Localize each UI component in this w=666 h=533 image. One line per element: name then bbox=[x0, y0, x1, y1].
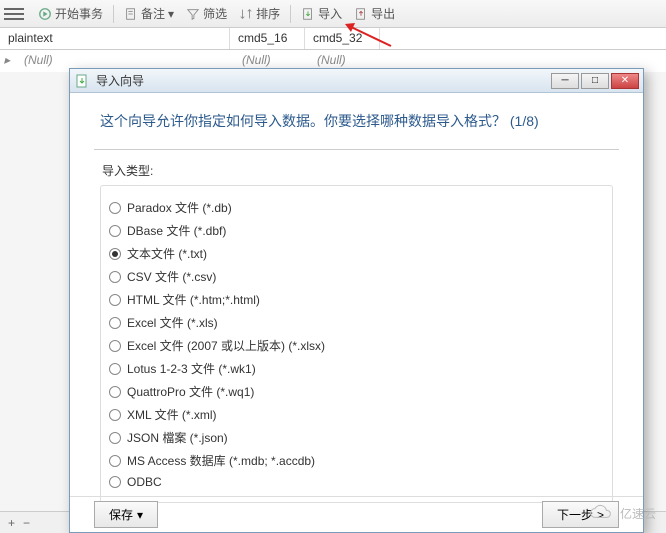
dialog-body: 导入类型: Paradox 文件 (*.db) DBase 文件 (*.dbf) 文… bbox=[70, 158, 643, 503]
column-headers: plaintext cmd5_16 cmd5_32 bbox=[0, 28, 666, 50]
watermark-text: 亿速云 bbox=[620, 505, 656, 522]
radio-label: QuattroPro 文件 (*.wq1) bbox=[127, 383, 254, 400]
maximize-button[interactable]: □ bbox=[581, 73, 609, 89]
row-indicator-icon: ▸ bbox=[4, 50, 16, 72]
separator bbox=[94, 149, 619, 150]
export-label: 导出 bbox=[371, 5, 395, 22]
radio-label: HTML 文件 (*.htm;*.html) bbox=[127, 291, 260, 308]
radio-label: XML 文件 (*.xml) bbox=[127, 406, 217, 423]
dialog-footer: 保存 ▾ 下一步 > bbox=[70, 496, 643, 532]
hamburger-icon[interactable] bbox=[4, 4, 24, 24]
import-type-fieldset: Paradox 文件 (*.db) DBase 文件 (*.dbf) 文本文件 (*… bbox=[100, 185, 613, 503]
radio-icon bbox=[109, 248, 121, 260]
dialog-header-text: 这个向导允许你指定如何导入数据。你要选择哪种数据导入格式？ (1/8) bbox=[100, 111, 613, 131]
radio-option[interactable]: HTML 文件 (*.htm;*.html) bbox=[109, 288, 604, 311]
import-icon bbox=[301, 7, 315, 21]
radio-icon bbox=[109, 455, 121, 467]
filter-label: 筛选 bbox=[203, 5, 227, 22]
radio-option[interactable]: ODBC bbox=[109, 472, 604, 492]
radio-option[interactable]: XML 文件 (*.xml) bbox=[109, 403, 604, 426]
main-toolbar: 开始事务 备注 ▾ 筛选 排序 导入 导出 bbox=[0, 0, 666, 28]
wizard-icon bbox=[74, 73, 90, 89]
radio-option[interactable]: Lotus 1-2-3 文件 (*.wk1) bbox=[109, 357, 604, 380]
radio-label: Excel 文件 (2007 或以上版本) (*.xlsx) bbox=[127, 337, 325, 354]
import-button[interactable]: 导入 bbox=[295, 3, 348, 24]
radio-label: Excel 文件 (*.xls) bbox=[127, 314, 218, 331]
play-icon bbox=[38, 7, 52, 21]
note-icon bbox=[124, 7, 138, 21]
radio-option[interactable]: CSV 文件 (*.csv) bbox=[109, 265, 604, 288]
radio-icon bbox=[109, 202, 121, 214]
start-transaction-button[interactable]: 开始事务 bbox=[32, 3, 109, 24]
dialog-title: 导入向导 bbox=[96, 72, 551, 89]
separator bbox=[290, 5, 291, 23]
radio-icon bbox=[109, 432, 121, 444]
radio-icon bbox=[109, 386, 121, 398]
watermark: 亿速云 bbox=[588, 503, 656, 523]
radio-option[interactable]: 文本文件 (*.txt) bbox=[109, 242, 604, 265]
radio-option[interactable]: Paradox 文件 (*.db) bbox=[109, 196, 604, 219]
close-button[interactable]: ✕ bbox=[611, 73, 639, 89]
radio-icon bbox=[109, 409, 121, 421]
radio-icon bbox=[109, 340, 121, 352]
filter-button[interactable]: 筛选 bbox=[180, 3, 233, 24]
save-label: 保存 bbox=[109, 506, 133, 523]
radio-icon bbox=[109, 363, 121, 375]
sort-icon bbox=[239, 7, 253, 21]
radio-option[interactable]: JSON 檔案 (*.json) bbox=[109, 426, 604, 449]
radio-icon bbox=[109, 317, 121, 329]
dialog-titlebar[interactable]: 导入向导 ─ □ ✕ bbox=[70, 69, 643, 93]
radio-option[interactable]: Excel 文件 (2007 或以上版本) (*.xlsx) bbox=[109, 334, 604, 357]
sort-button[interactable]: 排序 bbox=[233, 3, 286, 24]
radio-option[interactable]: DBase 文件 (*.dbf) bbox=[109, 219, 604, 242]
add-row-button[interactable]: + bbox=[4, 516, 19, 530]
dropdown-arrow-icon: ▾ bbox=[168, 7, 174, 21]
radio-label: CSV 文件 (*.csv) bbox=[127, 268, 216, 285]
funnel-icon bbox=[186, 7, 200, 21]
minimize-button[interactable]: ─ bbox=[551, 73, 579, 89]
import-wizard-dialog: 导入向导 ─ □ ✕ 这个向导允许你指定如何导入数据。你要选择哪种数据导入格式？… bbox=[69, 68, 644, 533]
import-label: 导入 bbox=[318, 5, 342, 22]
radio-icon bbox=[109, 271, 121, 283]
radio-option[interactable]: Excel 文件 (*.xls) bbox=[109, 311, 604, 334]
start-transaction-label: 开始事务 bbox=[55, 5, 103, 22]
radio-icon bbox=[109, 294, 121, 306]
export-icon bbox=[354, 7, 368, 21]
export-button[interactable]: 导出 bbox=[348, 3, 401, 24]
column-header-cmd5-32[interactable]: cmd5_32 bbox=[305, 28, 380, 49]
dropdown-arrow-icon: ▾ bbox=[137, 508, 143, 522]
memo-button[interactable]: 备注 ▾ bbox=[118, 3, 180, 24]
dialog-header: 这个向导允许你指定如何导入数据。你要选择哪种数据导入格式？ (1/8) bbox=[70, 93, 643, 141]
sort-label: 排序 bbox=[256, 5, 280, 22]
radio-label: Lotus 1-2-3 文件 (*.wk1) bbox=[127, 360, 256, 377]
radio-label: ODBC bbox=[127, 475, 162, 489]
column-header-plaintext[interactable]: plaintext bbox=[0, 28, 230, 49]
radio-icon bbox=[109, 225, 121, 237]
remove-row-button[interactable]: − bbox=[19, 516, 34, 530]
memo-label: 备注 bbox=[141, 5, 165, 22]
cloud-icon bbox=[588, 503, 616, 523]
radio-icon bbox=[109, 476, 121, 488]
radio-label: MS Access 数据库 (*.mdb; *.accdb) bbox=[127, 452, 315, 469]
fieldset-label: 导入类型: bbox=[100, 162, 613, 179]
radio-option[interactable]: MS Access 数据库 (*.mdb; *.accdb) bbox=[109, 449, 604, 472]
save-button[interactable]: 保存 ▾ bbox=[94, 501, 158, 528]
radio-label: JSON 檔案 (*.json) bbox=[127, 429, 228, 446]
radio-option[interactable]: QuattroPro 文件 (*.wq1) bbox=[109, 380, 604, 403]
radio-label: 文本文件 (*.txt) bbox=[127, 245, 207, 262]
radio-label: Paradox 文件 (*.db) bbox=[127, 199, 232, 216]
column-header-cmd5-16[interactable]: cmd5_16 bbox=[230, 28, 305, 49]
separator bbox=[113, 5, 114, 23]
radio-label: DBase 文件 (*.dbf) bbox=[127, 222, 226, 239]
